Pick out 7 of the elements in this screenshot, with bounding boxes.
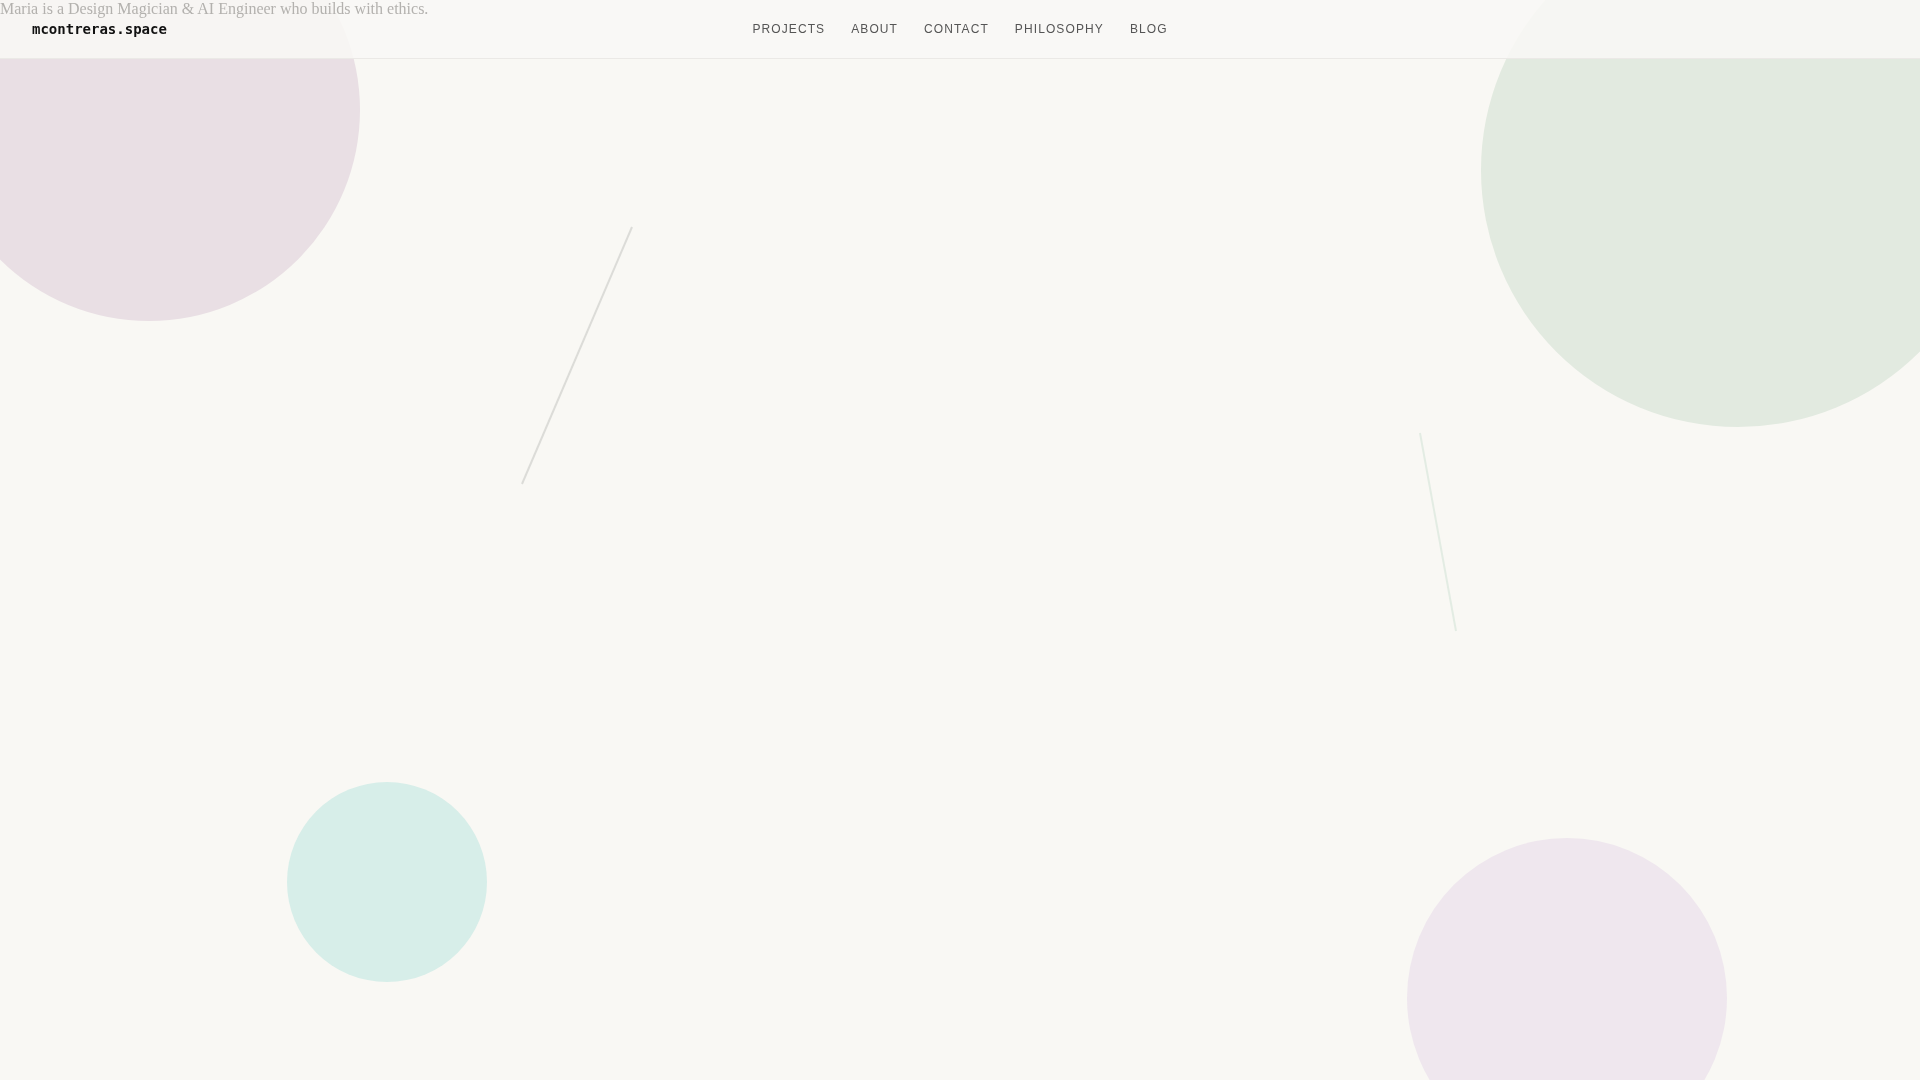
nav-link[interactable]: PHILOSOPHY bbox=[1014, 22, 1104, 36]
nav-link[interactable]: PROJECTS bbox=[752, 22, 826, 36]
site-logo[interactable]: mcontreras.space bbox=[32, 21, 167, 37]
nav-link[interactable]: CONTACT bbox=[924, 22, 989, 36]
nav-link[interactable]: BLOG bbox=[1129, 22, 1168, 36]
nav-link[interactable]: ABOUT bbox=[851, 22, 899, 36]
tagline: Maria is a Design Magician & AI Engineer who builds with ethics. bbox=[0, 0, 430, 18]
